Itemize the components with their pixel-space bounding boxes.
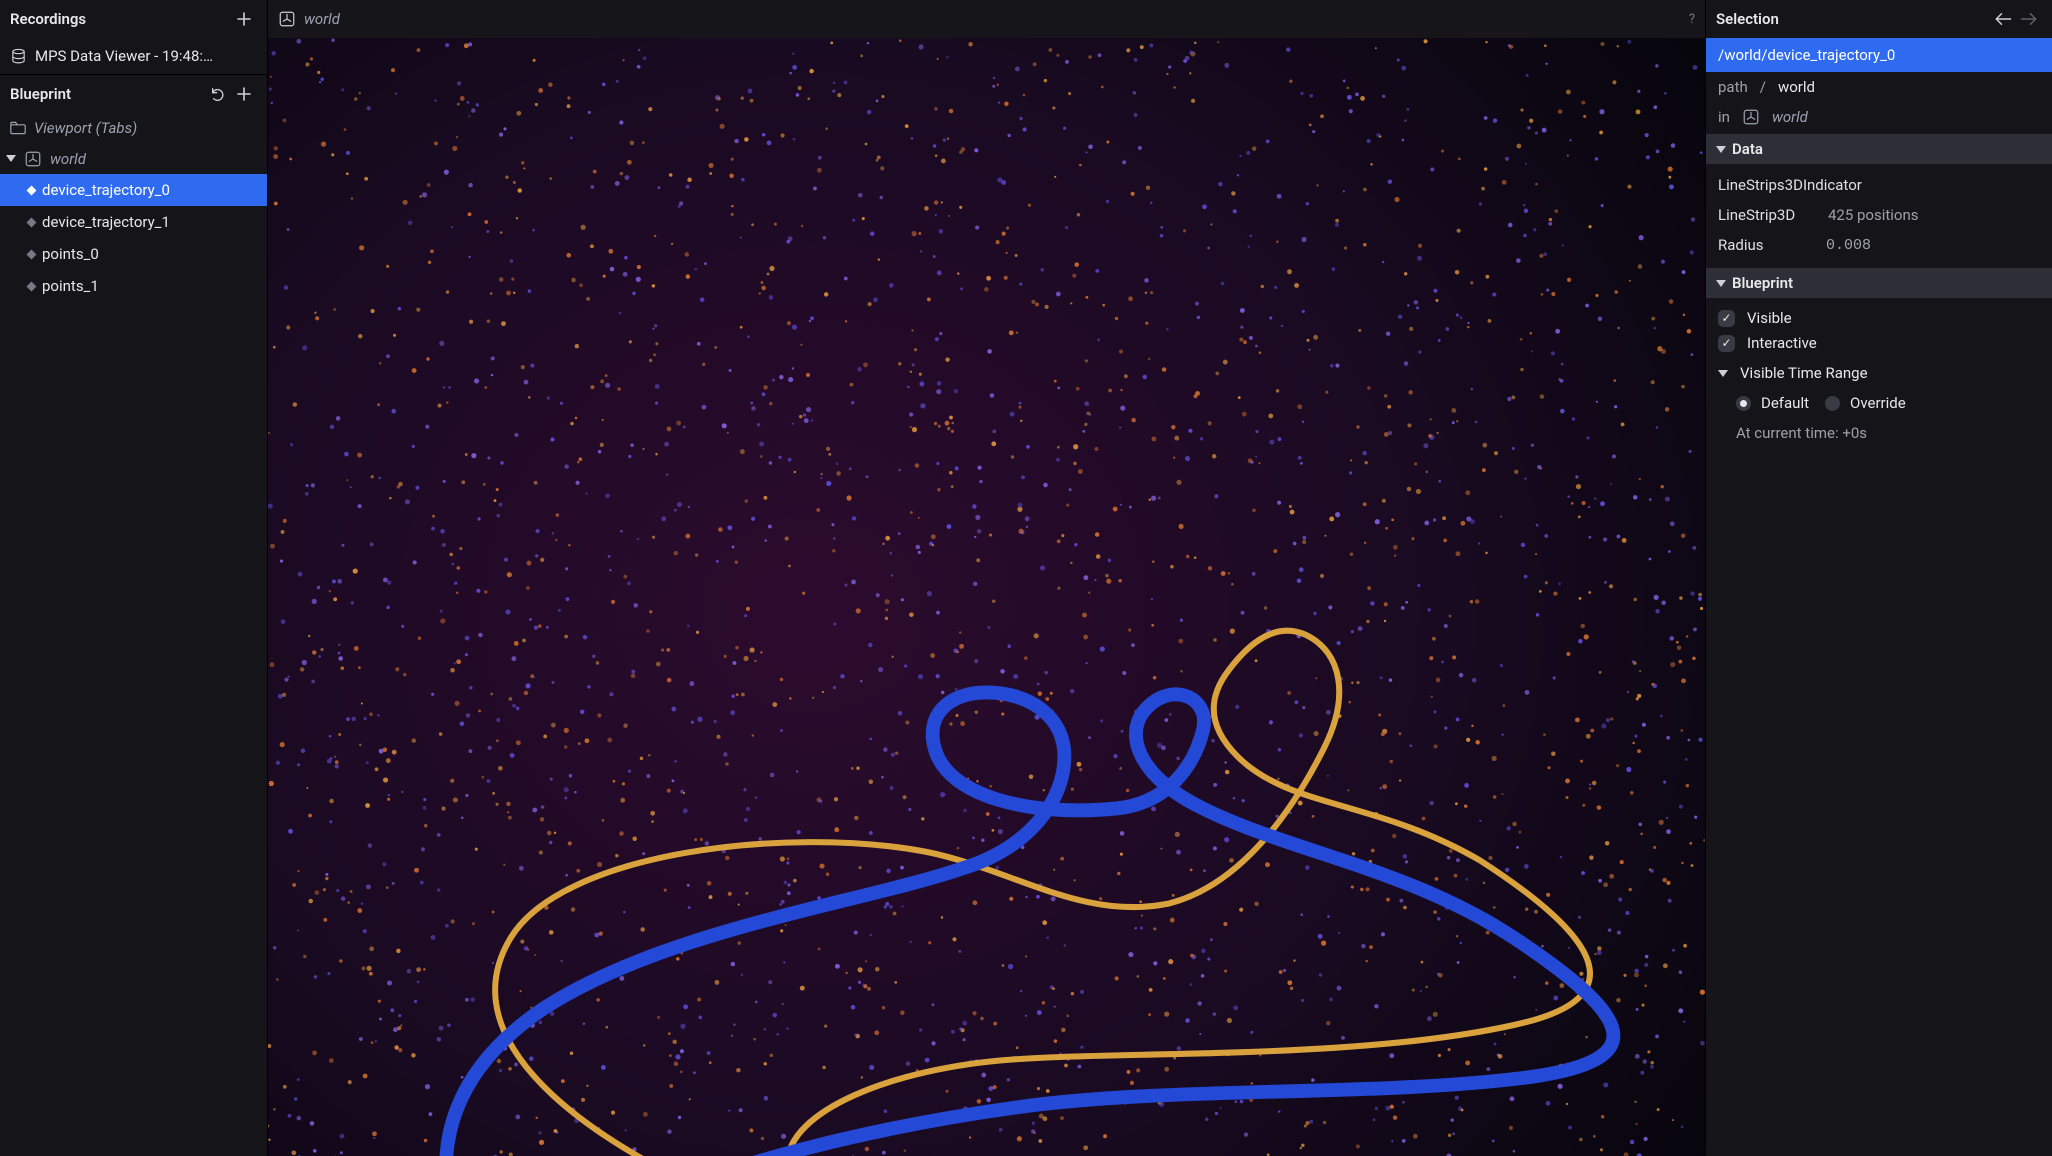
plus-icon	[236, 86, 252, 102]
data-value: 0.008	[1826, 237, 1871, 254]
spaceview-3d-icon	[24, 150, 42, 168]
vtr-options: Default Override	[1706, 388, 2052, 418]
entity-item-points_1[interactable]: points_1	[0, 270, 267, 302]
path-label: path	[1718, 78, 1748, 96]
selection-header: Selection	[1706, 0, 2052, 38]
vtr-override-radio[interactable]	[1825, 396, 1840, 411]
viewport-3d[interactable]	[268, 38, 1705, 1156]
entity-label: points_0	[42, 245, 99, 263]
center-panel: world ?	[268, 0, 1705, 1156]
caret-down-icon	[1716, 280, 1726, 287]
section-blueprint-label: Blueprint	[1732, 274, 1793, 292]
selection-forward-button[interactable]	[2016, 6, 2042, 32]
world-row[interactable]: world	[0, 143, 267, 174]
arrow-left-icon	[1994, 12, 2012, 26]
entity-tree: device_trajectory_0 device_trajectory_1po…	[0, 174, 267, 302]
entity-bullet-icon	[27, 249, 37, 259]
visible-checkbox[interactable]: ✓	[1718, 310, 1735, 327]
section-data[interactable]: Data	[1706, 134, 2052, 164]
selection-back-button[interactable]	[1990, 6, 2016, 32]
entity-item-device_trajectory_1[interactable]: device_trajectory_1	[0, 206, 267, 238]
viewport-label: Viewport (Tabs)	[34, 119, 137, 137]
section-blueprint[interactable]: Blueprint	[1706, 268, 2052, 298]
recording-label: MPS Data Viewer - 19:48:…	[35, 47, 213, 65]
visible-row[interactable]: ✓ Visible	[1706, 298, 2052, 328]
data-rows: LineStrips3DIndicator LineStrip3D 425 posi…	[1706, 164, 2052, 266]
section-data-label: Data	[1732, 140, 1763, 158]
entity-item-device_trajectory_0[interactable]: device_trajectory_0	[0, 174, 267, 206]
selection-path[interactable]: /world/device_trajectory_0	[1706, 38, 2052, 72]
data-row: Radius 0.008	[1706, 230, 2052, 260]
entity-label: device_trajectory_1	[42, 213, 170, 231]
entity-label: points_1	[42, 277, 99, 295]
selection-panel: Selection /world/device_trajectory_0 pat…	[1705, 0, 2052, 1156]
in-label: in	[1718, 108, 1730, 126]
database-icon	[10, 48, 27, 65]
recording-entry[interactable]: MPS Data Viewer - 19:48:…	[0, 38, 267, 74]
vtr-status-text: At current time: +0s	[1736, 424, 1867, 442]
caret-down-icon[interactable]	[6, 155, 16, 162]
interactive-row[interactable]: ✓ Interactive	[1706, 328, 2052, 358]
recordings-header: Recordings	[0, 0, 267, 38]
check-icon: ✓	[1721, 311, 1731, 325]
vtr-default-label[interactable]: Default	[1761, 394, 1809, 412]
plus-icon	[236, 11, 252, 27]
visible-label: Visible	[1747, 309, 1792, 327]
arrow-right-icon	[2020, 12, 2038, 26]
data-row: LineStrips3DIndicator	[1706, 170, 2052, 200]
data-row: LineStrip3D 425 positions	[1706, 200, 2052, 230]
data-key: Radius	[1718, 236, 1814, 254]
undo-icon	[210, 86, 226, 102]
entity-bullet-icon	[27, 281, 37, 291]
data-key: LineStrip3D	[1718, 206, 1814, 224]
path-value[interactable]: world	[1778, 78, 1815, 96]
in-value[interactable]: world	[1772, 108, 1808, 126]
add-spaceview-button[interactable]	[231, 81, 257, 107]
path-sep: /	[1760, 78, 1766, 96]
reset-blueprint-button[interactable]	[205, 81, 231, 107]
entity-label: device_trajectory_0	[42, 181, 170, 199]
viewport-tabs-row[interactable]: Viewport (Tabs)	[0, 112, 267, 143]
help-button[interactable]: ?	[1689, 12, 1695, 27]
selection-title: Selection	[1716, 10, 1779, 28]
interactive-checkbox[interactable]: ✓	[1718, 335, 1735, 352]
vtr-row[interactable]: Visible Time Range	[1706, 358, 2052, 388]
in-row: in world	[1706, 102, 2052, 132]
selection-path-text: /world/device_trajectory_0	[1718, 46, 1895, 64]
tabs-icon	[10, 121, 26, 135]
check-icon: ✓	[1721, 336, 1731, 350]
path-row: path / world	[1706, 72, 2052, 102]
blueprint-title: Blueprint	[10, 85, 71, 103]
add-recording-button[interactable]	[231, 6, 257, 32]
entity-bullet-icon	[27, 217, 37, 227]
viewport-tabbar: world ?	[268, 0, 1705, 38]
recordings-title: Recordings	[10, 10, 86, 28]
spaceview-3d-icon	[1742, 108, 1760, 126]
caret-down-icon[interactable]	[1718, 370, 1728, 377]
spaceview-3d-icon	[278, 10, 296, 28]
viewport-canvas	[268, 38, 1705, 1156]
vtr-label: Visible Time Range	[1740, 364, 1868, 382]
caret-down-icon	[1716, 146, 1726, 153]
vtr-status: At current time: +0s	[1706, 418, 2052, 448]
vtr-override-label[interactable]: Override	[1850, 394, 1906, 412]
interactive-label: Interactive	[1747, 334, 1817, 352]
data-value: 425 positions	[1828, 206, 1919, 224]
vtr-default-radio[interactable]	[1736, 396, 1751, 411]
entity-item-points_0[interactable]: points_0	[0, 238, 267, 270]
world-label: world	[50, 150, 86, 168]
blueprint-header: Blueprint	[0, 74, 267, 112]
data-key: LineStrips3DIndicator	[1718, 176, 1862, 194]
entity-bullet-icon	[27, 185, 37, 195]
left-panel: Recordings MPS Data Viewer - 19:48:… Blu…	[0, 0, 268, 1156]
tab-label: world	[304, 10, 340, 28]
